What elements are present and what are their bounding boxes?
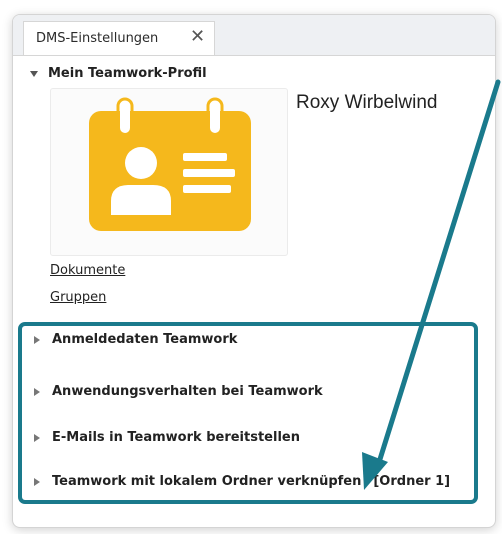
tab-title: DMS-Einstellungen: [36, 31, 159, 46]
section-emails[interactable]: E-Mails in Teamwork bereitstellen: [34, 430, 300, 445]
section-label: Anmeldedaten Teamwork: [52, 332, 238, 347]
section-label: E-Mails in Teamwork bereitstellen: [52, 430, 300, 445]
folder-tag: [Ordner 1]: [373, 474, 451, 489]
tab-dms-settings[interactable]: DMS-Einstellungen ✕: [23, 21, 215, 55]
user-name: Roxy Wirbelwind: [296, 92, 438, 113]
triangle-right-icon: [34, 433, 40, 442]
triangle-right-icon: [34, 335, 40, 344]
profile-avatar-frame: [50, 88, 288, 256]
profile-section-title: Mein Teamwork-Profil: [48, 66, 207, 81]
documents-link[interactable]: Dokumente: [50, 263, 125, 278]
triangle-right-icon: [34, 387, 40, 396]
section-app-behavior[interactable]: Anwendungsverhalten bei Teamwork: [34, 384, 323, 399]
section-login-data[interactable]: Anmeldedaten Teamwork: [34, 332, 237, 347]
tab-bar: DMS-Einstellungen ✕: [13, 15, 495, 56]
section-label: Anwendungsverhalten bei Teamwork: [52, 384, 323, 399]
profile-section-header[interactable]: Mein Teamwork-Profil: [30, 66, 207, 81]
triangle-right-icon: [34, 477, 40, 486]
triangle-down-icon: [30, 70, 38, 77]
id-badge-icon: [89, 97, 251, 231]
section-label: Teamwork mit lokalem Ordner verknüpfen: [52, 474, 362, 489]
section-local-folder[interactable]: Teamwork mit lokalem Ordner verknüpfen [O…: [34, 474, 450, 489]
close-icon[interactable]: ✕: [190, 28, 205, 46]
groups-link[interactable]: Gruppen: [50, 290, 106, 305]
